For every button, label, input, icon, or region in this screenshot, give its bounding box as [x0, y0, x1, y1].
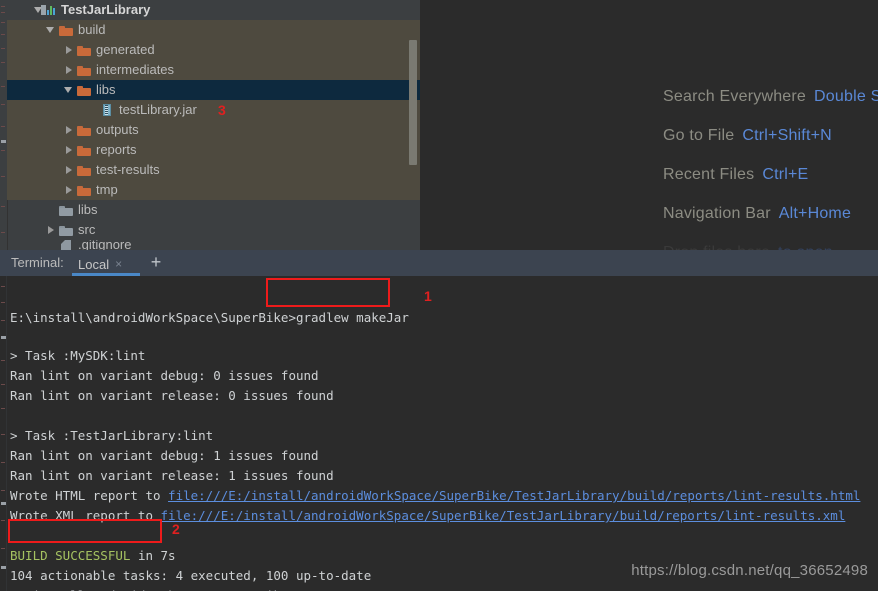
xml-report-link[interactable]: file:///E:/install/androidWorkSpace/Supe…: [161, 508, 846, 523]
tree-node-label: libs: [78, 202, 98, 217]
terminal-line-testjar-release: Ran lint on variant release: 1 issues fo…: [10, 468, 334, 483]
terminal-title: Terminal:: [11, 255, 64, 270]
terminal-line-testjar-debug: Ran lint on variant debug: 1 issues foun…: [10, 448, 319, 463]
editor-empty-state-hints: Search Everywhere Double S Go to File Ctrl…: [420, 0, 878, 250]
report-label: Wrote HTML report to: [10, 488, 169, 503]
tree-node-libs-module[interactable]: libs: [7, 200, 420, 220]
tree-node-testlibrary-jar[interactable]: testLibrary.jar: [7, 100, 420, 120]
tree-node-test-results[interactable]: test-results: [7, 160, 420, 180]
folder-icon: [76, 82, 92, 98]
module-icon: [40, 2, 57, 18]
annotation-box-command: [266, 278, 390, 307]
terminal-line-task-mysdk: > Task :MySDK:lint: [10, 348, 146, 363]
tree-node-generated[interactable]: generated: [7, 40, 420, 60]
tree-node-label: build: [78, 22, 106, 37]
tree-node-libs-build[interactable]: libs: [7, 80, 420, 100]
hint-action: Recent Files: [663, 166, 755, 183]
annotation-number-2: 2: [172, 521, 180, 537]
jar-file-icon: [99, 102, 115, 118]
folder-icon: [76, 62, 92, 78]
chevron-right-icon[interactable]: [63, 160, 76, 180]
tree-node-build[interactable]: build: [7, 20, 420, 40]
tree-node-label: .gitignore: [78, 240, 132, 250]
chevron-right-icon[interactable]: [63, 120, 76, 140]
hint-shortcut: Double S: [814, 88, 878, 105]
project-tool-window[interactable]: TestJarLibrary build generated intermedi…: [0, 0, 420, 250]
hint-action: Search Everywhere: [663, 88, 807, 105]
annotation-box-build-status: [8, 519, 162, 543]
hint-recent-files: Recent Files Ctrl+E: [663, 166, 878, 184]
hint-shortcut: Ctrl+E: [762, 166, 809, 183]
tree-node-label: intermediates: [96, 62, 175, 77]
chevron-right-icon[interactable]: [63, 140, 76, 160]
terminal-output[interactable]: E:\install\androidWorkSpace\SuperBike>gr…: [0, 276, 878, 591]
tree-node-label: testLibrary.jar: [119, 102, 197, 117]
tree-node-label: test-results: [96, 162, 160, 177]
tree-node-label: TestJarLibrary: [61, 2, 151, 17]
annotation-number-3: 3: [218, 102, 226, 118]
plus-icon[interactable]: +: [148, 253, 164, 271]
chevron-down-icon[interactable]: [45, 20, 58, 40]
build-status-text: BUILD SUCCESSFUL: [10, 548, 131, 563]
tree-node-reports[interactable]: reports: [7, 140, 420, 160]
hint-search-everywhere: Search Everywhere Double S: [663, 88, 878, 106]
terminal-left-gutter: [0, 276, 7, 591]
tree-node-label: generated: [96, 42, 155, 57]
terminal-line-prompt-command: E:\install\androidWorkSpace\SuperBike>gr…: [10, 308, 409, 328]
folder-icon: [58, 202, 74, 218]
html-report-link[interactable]: file:///E:/install/androidWorkSpace/Supe…: [168, 488, 860, 503]
tree-node-gitignore[interactable]: .gitignore: [7, 240, 420, 250]
tree-node-intermediates[interactable]: intermediates: [7, 60, 420, 80]
build-duration: in 7s: [130, 548, 176, 563]
hint-shortcut: Alt+Home: [778, 205, 852, 222]
terminal-tab-label: Local: [78, 256, 110, 272]
hint-shortcut: Ctrl+Shift+N: [742, 127, 832, 144]
terminal-line-html-report: Wrote HTML report to file:///E:/install/…: [10, 486, 860, 506]
tree-node-label: reports: [96, 142, 137, 157]
tree-node-tmp[interactable]: tmp: [7, 180, 420, 200]
terminal-line-build-status: BUILD SUCCESSFUL in 7s: [10, 546, 176, 566]
chevron-down-icon[interactable]: [63, 80, 76, 100]
terminal-command: >gradlew makeJar: [288, 310, 409, 325]
folder-icon: [76, 142, 92, 158]
terminal-tab-bar: Terminal: Local × +: [0, 250, 878, 276]
hint-action: Navigation Bar: [663, 205, 771, 222]
folder-icon: [76, 122, 92, 138]
watermark-url: https://blog.csdn.net/qq_36652498: [631, 562, 868, 579]
chevron-right-icon[interactable]: [45, 220, 58, 240]
chevron-right-icon[interactable]: [63, 180, 76, 200]
terminal-line-task-testjar: > Task :TestJarLibrary:lint: [10, 428, 214, 443]
terminal-line-prompt-end: E:\install\androidWorkSpace\SuperBike>: [10, 586, 296, 591]
chevron-right-icon[interactable]: [63, 40, 76, 60]
tree-scrollbar-thumb[interactable]: [409, 40, 417, 165]
hint-action: Go to File: [663, 127, 735, 144]
tree-node-label: tmp: [96, 182, 118, 197]
file-icon: [58, 240, 74, 250]
terminal-prompt-path: E:\install\androidWorkSpace\SuperBike: [10, 310, 289, 325]
hint-go-to-file: Go to File Ctrl+Shift+N: [663, 127, 878, 145]
terminal-line-task-summary: 104 actionable tasks: 4 executed, 100 up…: [10, 568, 372, 583]
folder-icon: [58, 22, 74, 38]
terminal-line-mysdk-release: Ran lint on variant release: 0 issues fo…: [10, 388, 334, 403]
folder-icon: [76, 182, 92, 198]
terminal-line-mysdk-debug: Ran lint on variant debug: 0 issues foun…: [10, 368, 319, 383]
annotation-number-1: 1: [424, 288, 432, 304]
tree-node-outputs[interactable]: outputs: [7, 120, 420, 140]
folder-icon: [76, 42, 92, 58]
chevron-right-icon[interactable]: [63, 60, 76, 80]
tree-node-label: libs: [96, 82, 116, 97]
tree-node-label: src: [78, 222, 96, 237]
close-icon[interactable]: ×: [115, 258, 122, 270]
tree-node-testjarlibrary[interactable]: TestJarLibrary: [7, 0, 420, 20]
folder-icon: [76, 162, 92, 178]
folder-icon: [58, 222, 74, 238]
tree-node-src[interactable]: src: [7, 220, 420, 240]
tree-node-label: outputs: [96, 122, 139, 137]
hint-navigation-bar: Navigation Bar Alt+Home: [663, 205, 878, 223]
ide-window: TestJarLibrary build generated intermedi…: [0, 0, 878, 591]
